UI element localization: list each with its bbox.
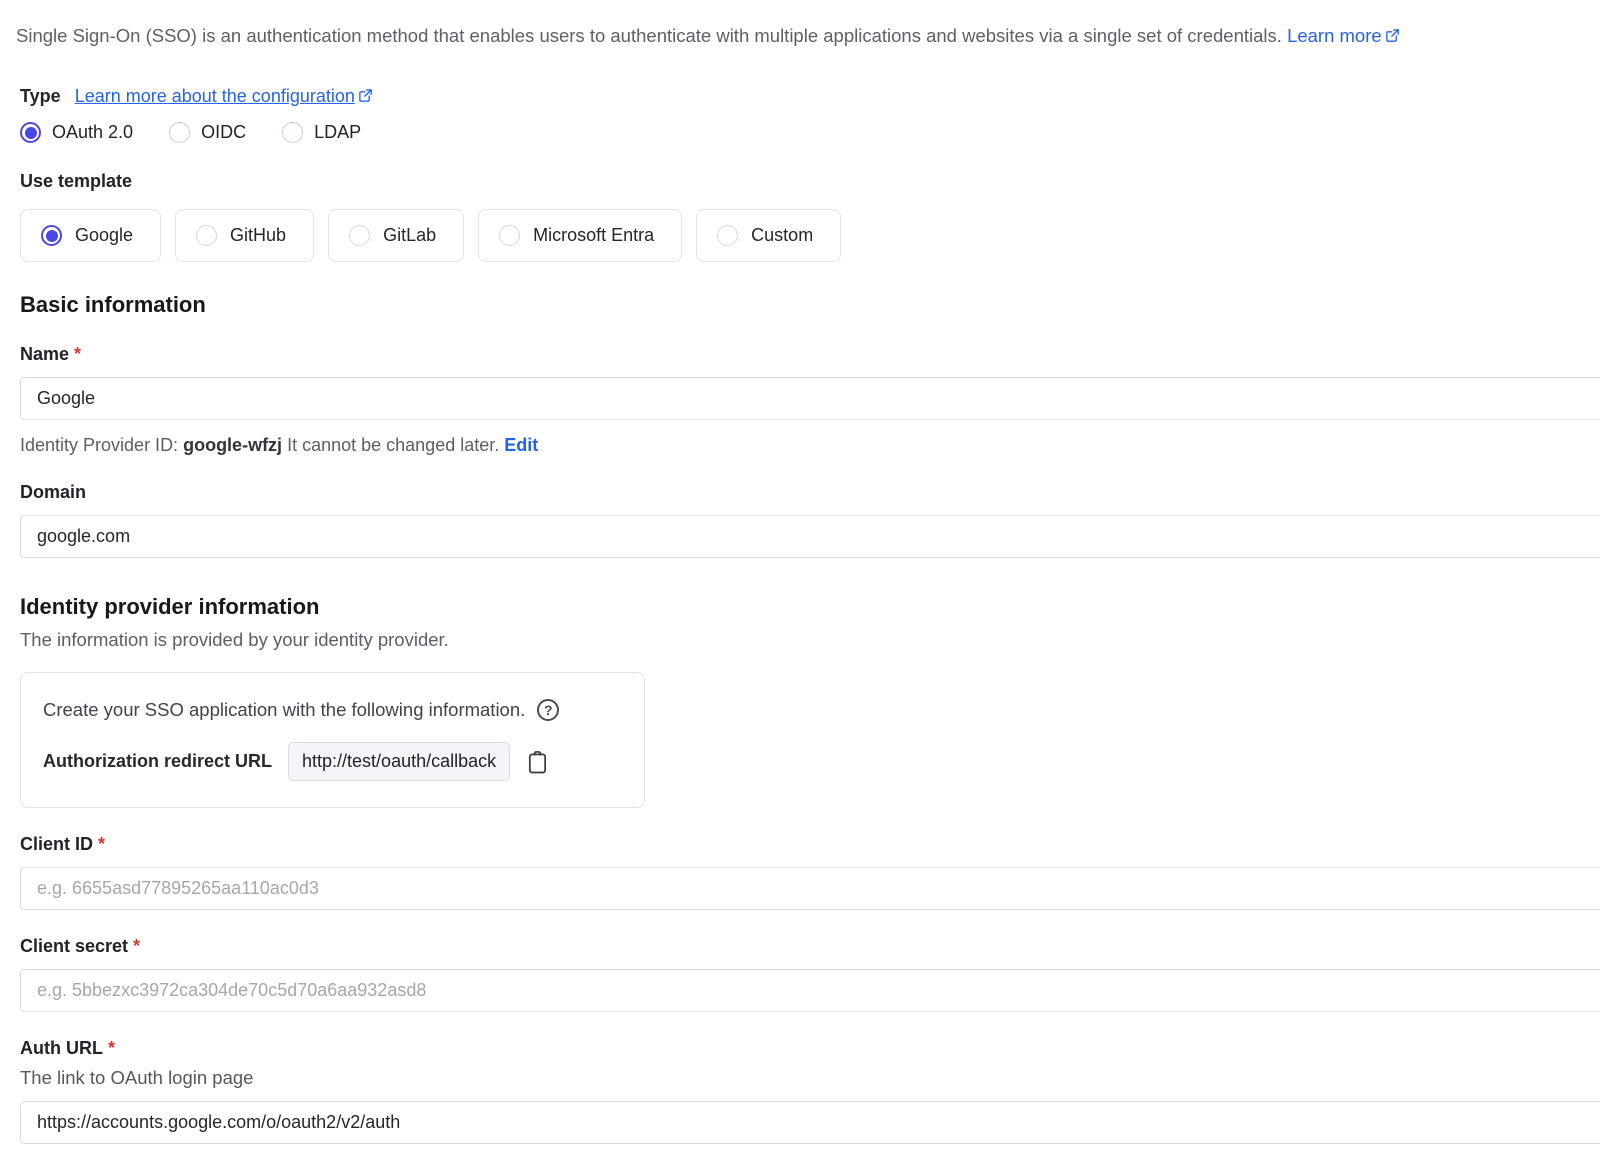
template-card-gitlab[interactable]: GitLab	[328, 209, 464, 262]
name-input[interactable]	[20, 377, 1600, 420]
domain-label: Domain	[20, 482, 1600, 503]
radio-icon	[41, 225, 62, 246]
sso-description-text: Single Sign-On (SSO) is an authenticatio…	[16, 25, 1282, 46]
template-card-custom[interactable]: Custom	[696, 209, 841, 262]
copy-button[interactable]	[526, 749, 549, 775]
name-label: Name*	[20, 344, 1600, 365]
external-link-icon	[1385, 28, 1400, 43]
info-box-instruction: Create your SSO application with the fol…	[43, 699, 624, 721]
sso-settings-page: Single Sign-On (SSO) is an authenticatio…	[0, 0, 1600, 1162]
type-radio-group: OAuth 2.0 OIDC LDAP	[20, 122, 1600, 143]
identity-provider-id-value: google-wfzj	[183, 435, 282, 455]
type-label: Type	[20, 86, 61, 107]
edit-link[interactable]: Edit	[504, 435, 538, 455]
authorization-redirect-row: Authorization redirect URL http://test/o…	[43, 742, 624, 781]
learn-more-link[interactable]: Learn more	[1287, 25, 1400, 46]
client-secret-input[interactable]	[20, 969, 1600, 1012]
radio-icon	[196, 225, 217, 246]
radio-icon	[349, 225, 370, 246]
radio-icon	[717, 225, 738, 246]
configuration-learn-more-link[interactable]: Learn more about the configuration	[75, 86, 373, 107]
auth-url-label: Auth URL*	[20, 1038, 1600, 1059]
clipboard-icon	[526, 749, 549, 775]
auth-url-input[interactable]	[20, 1101, 1600, 1144]
radio-oauth2[interactable]: OAuth 2.0	[20, 122, 133, 143]
radio-icon	[169, 122, 190, 143]
basic-information-heading: Basic information	[20, 292, 1600, 318]
idp-information-heading: Identity provider information	[20, 594, 1600, 620]
required-asterisk: *	[98, 834, 105, 854]
authorization-redirect-url-value: http://test/oauth/callback	[288, 742, 510, 781]
type-row: Type Learn more about the configuration	[20, 86, 1600, 107]
required-asterisk: *	[74, 344, 81, 364]
idp-information-subtitle: The information is provided by your iden…	[20, 629, 1600, 651]
template-card-github[interactable]: GitHub	[175, 209, 314, 262]
template-card-row: Google GitHub GitLab Microsoft Entra Cus…	[20, 209, 1600, 262]
sso-description: Single Sign-On (SSO) is an authenticatio…	[16, 24, 1584, 48]
radio-icon	[282, 122, 303, 143]
required-asterisk: *	[108, 1038, 115, 1058]
template-card-google[interactable]: Google	[20, 209, 161, 262]
template-card-microsoft-entra[interactable]: Microsoft Entra	[478, 209, 682, 262]
client-id-label: Client ID*	[20, 834, 1600, 855]
external-link-icon	[358, 88, 373, 103]
domain-input[interactable]	[20, 515, 1600, 558]
sso-application-info-box: Create your SSO application with the fol…	[20, 672, 645, 808]
authorization-redirect-label: Authorization redirect URL	[43, 751, 272, 772]
radio-icon	[20, 122, 41, 143]
client-secret-label: Client secret*	[20, 936, 1600, 957]
use-template-label: Use template	[20, 171, 1600, 192]
client-id-input[interactable]	[20, 867, 1600, 910]
auth-url-helper-text: The link to OAuth login page	[20, 1067, 1600, 1089]
radio-oidc[interactable]: OIDC	[169, 122, 246, 143]
radio-ldap[interactable]: LDAP	[282, 122, 361, 143]
required-asterisk: *	[133, 936, 140, 956]
radio-icon	[499, 225, 520, 246]
help-icon[interactable]: ?	[537, 699, 559, 721]
identity-provider-id-line: Identity Provider ID: google-wfzj It can…	[20, 435, 1600, 456]
